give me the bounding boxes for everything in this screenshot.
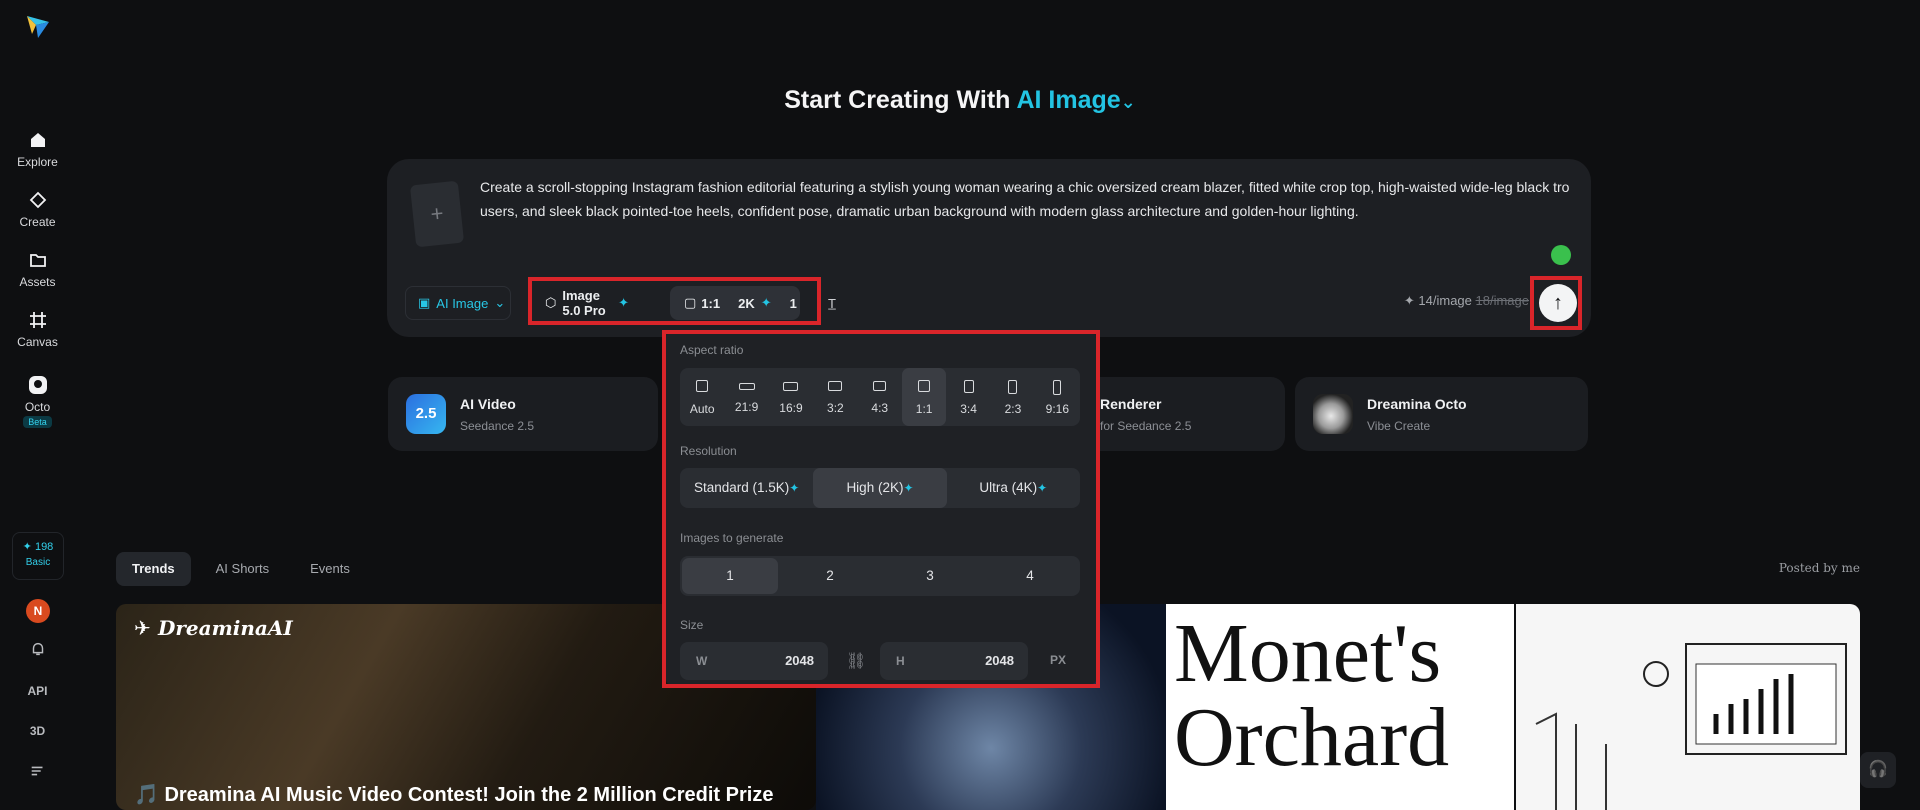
office-sketch-image [1535,643,1847,810]
feature-name: Renderer [1100,396,1162,412]
diamond-icon [0,190,75,212]
3d-link[interactable]: 3D [0,724,75,738]
sidebar-item-canvas[interactable]: Canvas [0,310,75,349]
cost-indicator: ✦ 14/image 18/image [1404,293,1529,309]
gallery-headline: 🎵 Dreamina AI Music Video Contest! Join … [134,784,774,806]
seedance-icon: 2.5 [406,394,446,434]
feature-name: AI Video [460,396,516,412]
menu-icon[interactable] [0,762,75,783]
chevron-down-icon: ⌄ [1120,92,1136,112]
chevron-down-icon: ⌄ [494,295,506,310]
sidebar-item-create[interactable]: Create [0,190,75,229]
sparkle-icon: ✦ [1403,293,1415,308]
dreamina-logo-icon[interactable] [24,12,52,40]
cost-value: 14/image [1418,293,1472,308]
add-reference-image-button[interactable]: + [409,180,465,248]
tab-events[interactable]: Events [294,552,366,586]
mode-dropdown[interactable]: ▣ AI Image ⌄ [405,286,511,320]
sidebar-item-label: Assets [19,275,56,289]
prompt-input[interactable]: Create a scroll-stopping Instagram fashi… [480,175,1570,223]
headset-icon[interactable]: 🎧 [1860,752,1896,788]
avatar[interactable]: N [26,599,50,623]
highlight-box-popover [662,330,1100,688]
brand-label: DreaminaAI [158,616,293,640]
page-title: Start Creating With AI Image⌄ [0,86,1920,115]
sidebar-item-octo[interactable]: Octo Beta [0,375,75,428]
octo-icon [0,375,75,397]
assistant-icon[interactable] [1551,245,1571,265]
title-prefix: Start Creating With [784,86,1011,114]
sidebar-item-label: Octo [24,400,51,414]
highlight-box-model-settings [528,277,821,325]
feature-card-ai-video[interactable]: 2.5 AI Video Seedance 2.5 [388,377,658,451]
sidebar-item-label: Create [19,215,56,229]
folder-icon [0,250,75,272]
sidebar-item-assets[interactable]: Assets [0,250,75,289]
brand-logo-icon: ✈ [134,618,151,640]
feature-name: Dreamina Octo [1367,396,1467,412]
feature-sub: Vibe Create [1367,419,1431,433]
tab-ai-shorts[interactable]: AI Shorts [200,552,285,586]
home-icon [0,130,75,152]
octo-avatar-icon [1313,394,1353,434]
mode-label: AI Image [436,295,489,311]
feature-card-dreamina-octo[interactable]: Dreamina Octo Vibe Create [1295,377,1588,451]
monet-title: Monet's Orchard [1174,612,1449,780]
plan-label: Basic [25,557,51,568]
monet-line-1: Monet's [1174,607,1442,700]
monet-line-2: Orchard [1174,691,1450,784]
sidebar-item-label: Explore [17,155,58,169]
text-format-icon[interactable]: T̲ [817,286,847,320]
feature-sub: Seedance 2.5 [460,419,535,433]
posted-by-filter[interactable]: Posted by me [1779,561,1860,575]
feature-sub: for Seedance 2.5 [1100,419,1192,433]
api-link[interactable]: API [0,684,75,698]
beta-badge: Beta [23,416,52,428]
feed-tabs: Trends AI Shorts Events [116,552,375,586]
sidebar-item-label: Canvas [17,335,58,349]
image-icon: ▣ [418,295,431,310]
title-accent: AI Image [1016,86,1121,114]
sidebar: Explore Create Assets Canvas Octo Beta ✦… [0,0,75,810]
canvas-icon [0,310,75,332]
gallery-card-monet[interactable]: Monet's Orchard [1166,604,1514,810]
mode-switch[interactable]: AI Image⌄ [1016,86,1135,114]
cost-old-value: 18/image [1475,293,1529,308]
tab-trends[interactable]: Trends [116,552,191,586]
sidebar-item-explore[interactable]: Explore [0,130,75,169]
credits-badge[interactable]: ✦ 198 Basic [12,532,64,580]
credits-amount: ✦ 198 [22,541,54,553]
highlight-box-generate [1530,276,1582,330]
bell-icon[interactable] [0,640,75,661]
gallery-card-office-sketch[interactable] [1516,604,1860,810]
